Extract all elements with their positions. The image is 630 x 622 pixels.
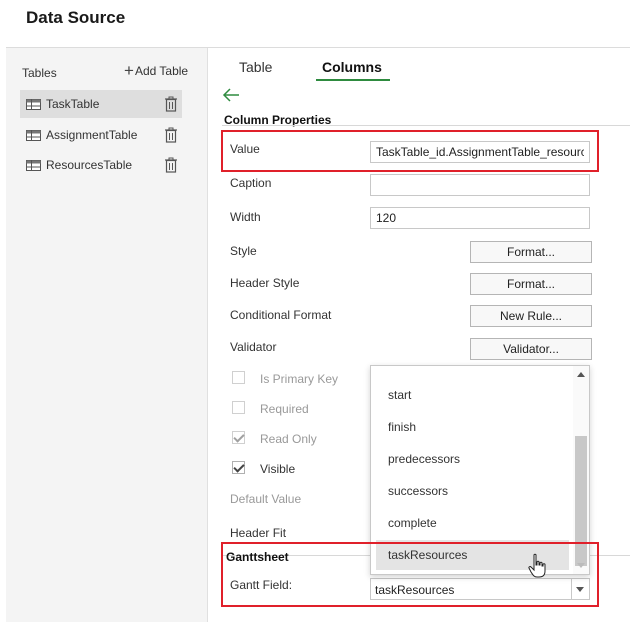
table-item-name: TaskTable: [46, 97, 100, 111]
scroll-down-icon[interactable]: [577, 563, 585, 568]
value-input[interactable]: [370, 141, 590, 163]
column-properties-divider: [222, 125, 630, 126]
page-title: Data Source: [26, 8, 126, 27]
default-value-label: Default Value: [230, 492, 302, 506]
dropdown-option-successors[interactable]: successors: [376, 476, 569, 506]
caption-input[interactable]: [370, 174, 590, 196]
trash-icon[interactable]: [164, 96, 178, 112]
ganttsheet-heading: Ganttsheet: [226, 550, 289, 564]
table-grid-icon: [26, 98, 41, 110]
dropdown-option-start[interactable]: start: [376, 380, 569, 410]
scroll-up-icon[interactable]: [577, 372, 585, 377]
gantt-field-label: Gantt Field:: [230, 578, 293, 592]
tab-table[interactable]: Table: [239, 59, 272, 75]
plus-icon: +: [124, 61, 134, 80]
back-arrow-icon[interactable]: [222, 88, 240, 102]
style-format-button[interactable]: Format...: [470, 241, 592, 263]
table-grid-icon: [26, 159, 41, 171]
table-item-assignmenttable[interactable]: AssignmentTable: [20, 121, 182, 149]
width-input[interactable]: [370, 207, 590, 229]
caption-label: Caption: [230, 176, 272, 190]
validator-label: Validator: [230, 340, 277, 354]
header-fit-label: Header Fit: [230, 526, 287, 540]
style-label: Style: [230, 244, 257, 258]
table-item-name: ResourcesTable: [46, 158, 133, 172]
table-grid-icon: [26, 129, 41, 141]
new-rule-button[interactable]: New Rule...: [470, 305, 592, 327]
add-table-label: Add Table: [134, 64, 189, 78]
is-primary-key-label: Is Primary Key: [260, 372, 339, 386]
width-label: Width: [230, 210, 261, 224]
value-label: Value: [230, 142, 260, 156]
trash-icon[interactable]: [164, 157, 178, 173]
trash-icon[interactable]: [164, 127, 178, 143]
gantt-field-value: taskResources: [375, 583, 455, 597]
is-primary-key-checkbox[interactable]: [232, 371, 245, 384]
active-tab-indicator: [316, 79, 390, 81]
scrollbar-thumb[interactable]: [575, 436, 587, 566]
header-style-format-button[interactable]: Format...: [470, 273, 592, 295]
visible-checkbox[interactable]: [232, 461, 245, 474]
tables-panel: Tables + Add Table TaskTable AssignmentT…: [6, 48, 208, 622]
required-checkbox[interactable]: [232, 401, 245, 414]
chevron-down-icon[interactable]: [571, 579, 589, 599]
required-label: Required: [260, 402, 309, 416]
conditional-format-label: Conditional Format: [230, 308, 332, 322]
validator-button[interactable]: Validator...: [470, 338, 592, 360]
read-only-checkbox[interactable]: [232, 431, 245, 444]
add-table-button[interactable]: + Add Table: [124, 61, 189, 80]
dropdown-option-finish[interactable]: finish: [376, 412, 569, 442]
tables-label: Tables: [22, 66, 57, 80]
table-item-name: AssignmentTable: [46, 128, 138, 142]
header-style-label: Header Style: [230, 276, 300, 290]
hand-pointer-icon: [528, 553, 546, 578]
read-only-label: Read Only: [260, 432, 317, 446]
dropdown-scrollbar[interactable]: [573, 366, 589, 574]
dropdown-option-complete[interactable]: complete: [376, 508, 569, 538]
dropdown-option-predecessors[interactable]: predecessors: [376, 444, 569, 474]
table-item-tasktable[interactable]: TaskTable: [20, 90, 182, 118]
table-item-resourcestable[interactable]: ResourcesTable: [20, 151, 182, 179]
visible-label: Visible: [260, 462, 296, 476]
gantt-field-dropdown[interactable]: start finish predecessors successors com…: [370, 365, 590, 575]
gantt-field-select[interactable]: taskResources: [370, 578, 590, 600]
tab-columns[interactable]: Columns: [322, 59, 382, 75]
